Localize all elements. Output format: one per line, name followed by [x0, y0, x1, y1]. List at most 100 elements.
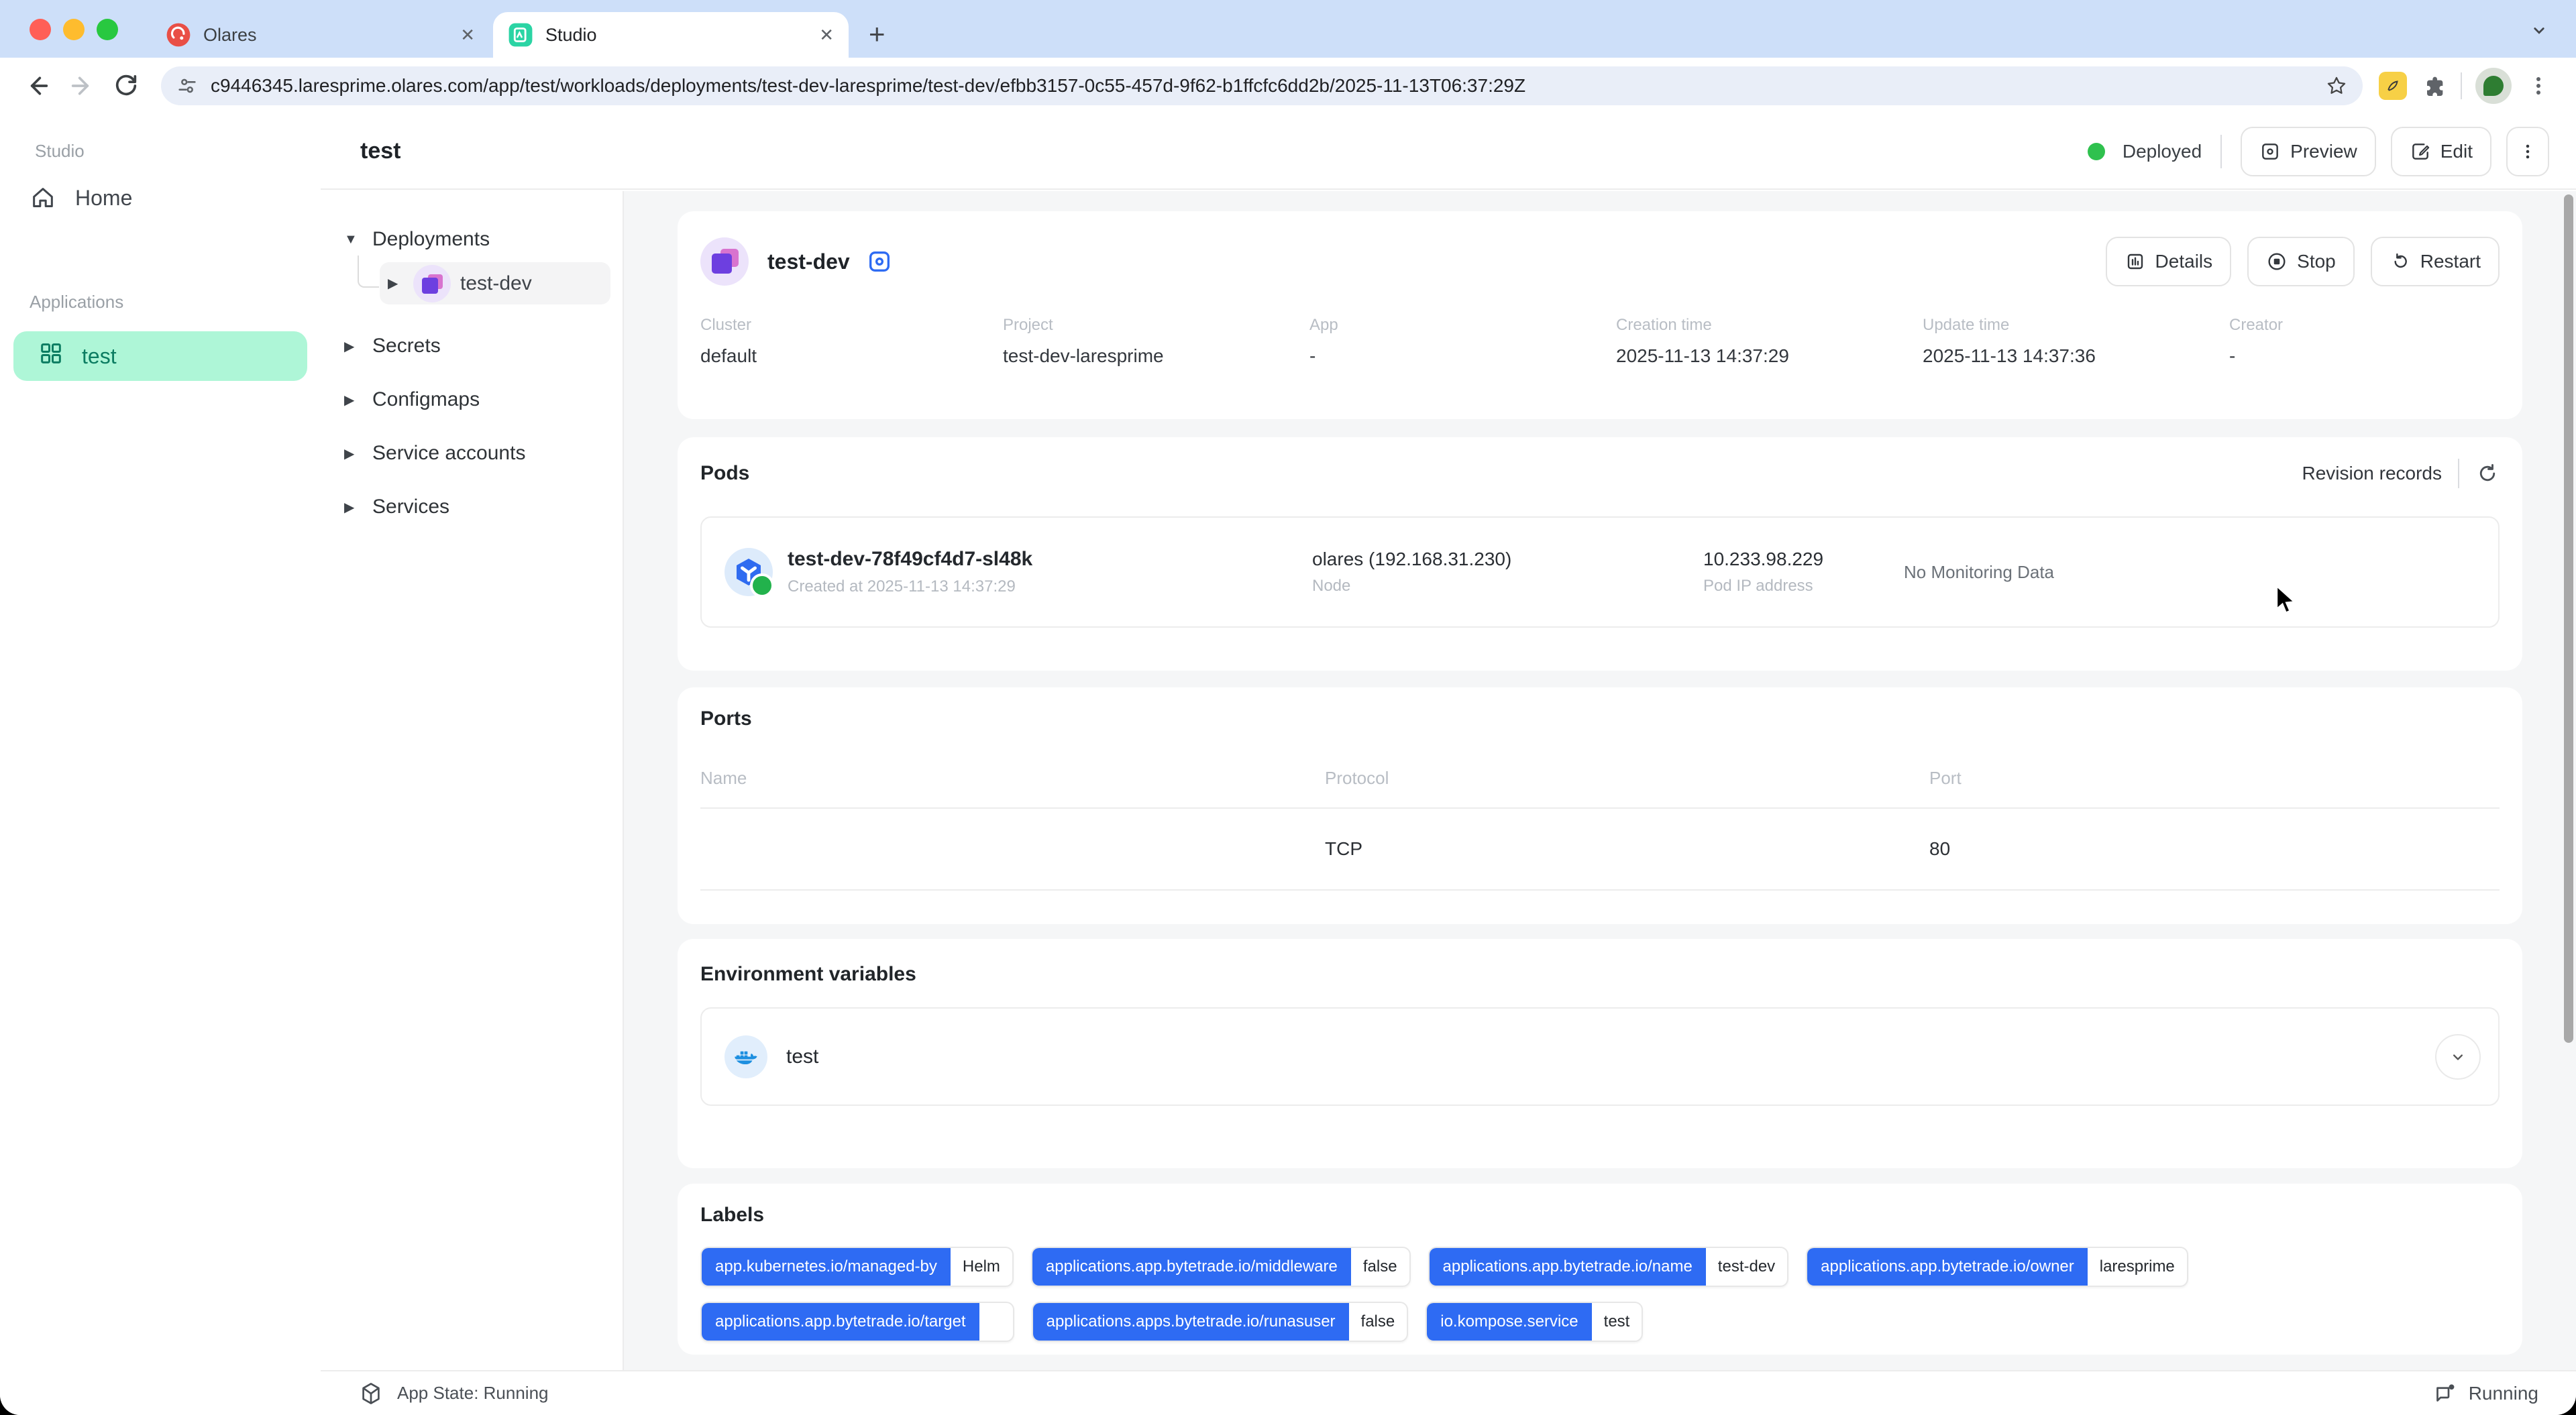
tab-olares[interactable]: Olares ✕ [151, 12, 490, 58]
preview-eye-icon [2259, 141, 2281, 162]
running-status-text[interactable]: Running [2469, 1383, 2538, 1404]
url-text[interactable]: c9446345.laresprime.olares.com/app/test/… [211, 75, 2325, 97]
meta-project: Project test-dev-laresprime [1003, 316, 1309, 367]
label-key: applications.apps.bytetrade.io/runasuser [1033, 1303, 1349, 1341]
bookmark-star-icon[interactable] [2325, 74, 2348, 97]
sidebar-item-label: test [82, 344, 117, 369]
browser-menu-icon[interactable] [2525, 72, 2552, 99]
edit-button[interactable]: Edit [2391, 127, 2491, 176]
meta-cluster: Cluster default [700, 316, 1003, 367]
minimize-window-button[interactable] [63, 19, 85, 40]
site-settings-icon[interactable] [176, 74, 199, 97]
window-controls[interactable] [30, 19, 118, 40]
tree-item-service-accounts[interactable]: ▶ Service accounts [344, 435, 623, 472]
collapse-triangle-icon[interactable]: ▼ [344, 232, 360, 247]
reload-button[interactable] [107, 67, 145, 105]
address-bar[interactable]: c9446345.laresprime.olares.com/app/test/… [161, 66, 2363, 105]
label-value: laresprime [2088, 1248, 2187, 1286]
close-window-button[interactable] [30, 19, 51, 40]
notifications-bubble-icon[interactable] [2432, 1381, 2457, 1406]
restart-icon [2390, 251, 2411, 272]
details-button[interactable]: Details [2106, 237, 2232, 286]
docker-icon [724, 1035, 767, 1078]
page-header: test Deployed Preview Edit [321, 114, 2576, 190]
tree-item-services[interactable]: ▶ Services [344, 488, 623, 526]
revision-records-link[interactable]: Revision records [2302, 463, 2442, 484]
more-actions-button[interactable] [2506, 127, 2549, 176]
label-chip: applications.apps.bytetrade.io/runasuser… [1032, 1302, 1409, 1342]
app-grid-icon [38, 340, 64, 372]
tree-item-label: test-dev [460, 272, 532, 295]
header-divider [2220, 135, 2222, 168]
page-scrollbar[interactable] [2564, 194, 2573, 1043]
label-value: test-dev [1706, 1248, 1787, 1286]
body-row: ▼ Deployments ▶ test-dev ▶ Secrets [321, 191, 2576, 1370]
tree-item-deployments[interactable]: ▼ Deployments [344, 221, 623, 258]
expand-triangle-icon[interactable]: ▶ [344, 445, 360, 462]
ports-col-port: Port [1929, 768, 2500, 789]
expand-triangle-icon[interactable]: ▶ [344, 338, 360, 355]
restart-button[interactable]: Restart [2371, 237, 2500, 286]
workload-overview-card: test-dev Details [678, 211, 2522, 419]
fullscreen-window-button[interactable] [97, 19, 118, 40]
pod-node-label: Node [1312, 577, 1703, 596]
pod-row[interactable]: test-dev-78f49cf4d7-sl48k Created at 202… [700, 516, 2500, 628]
close-tab-icon[interactable]: ✕ [819, 25, 834, 46]
pinned-extension-icon[interactable] [2379, 72, 2407, 100]
label-key: app.kubernetes.io/managed-by [702, 1248, 951, 1286]
pods-card: Pods Revision records [678, 437, 2522, 671]
studio-app: Studio Home Applications test [0, 114, 2576, 1415]
tree-item-label: Configmaps [372, 388, 480, 411]
tree-item-test-dev[interactable]: ▶ test-dev [380, 262, 610, 304]
pod-monitoring-status: No Monitoring Data [1904, 562, 2498, 583]
stop-button[interactable]: Stop [2247, 237, 2355, 286]
preview-label: Preview [2290, 141, 2357, 162]
meta-value: - [2229, 345, 2500, 367]
details-label: Details [2155, 251, 2213, 272]
tab-studio[interactable]: Studio ✕ [493, 12, 849, 58]
workload-preview-icon[interactable] [866, 248, 893, 275]
env-title: Environment variables [700, 963, 2500, 986]
tree-item-configmaps[interactable]: ▶ Configmaps [344, 381, 623, 418]
page-header-actions: Deployed Preview Edit [2088, 127, 2549, 176]
ports-row-divider [700, 889, 2500, 891]
close-tab-icon[interactable]: ✕ [460, 25, 475, 46]
tab-search-chevron-icon[interactable] [2529, 20, 2549, 40]
meta-value: 2025-11-13 14:37:29 [1616, 345, 1923, 367]
meta-app: App - [1309, 316, 1616, 367]
env-expand-button[interactable] [2435, 1034, 2481, 1080]
forward-button[interactable] [63, 67, 101, 105]
profile-avatar[interactable] [2475, 68, 2512, 104]
pods-title: Pods [700, 462, 749, 485]
expand-triangle-icon[interactable]: ▶ [344, 392, 360, 408]
label-key: applications.app.bytetrade.io/target [702, 1303, 979, 1341]
expand-triangle-icon[interactable]: ▶ [344, 499, 360, 516]
ports-col-protocol: Protocol [1325, 768, 1929, 789]
meta-creator: Creator - [2229, 316, 2500, 367]
label-value: false [1349, 1303, 1407, 1341]
ports-col-name: Name [700, 768, 1325, 789]
tree-item-secrets[interactable]: ▶ Secrets [344, 327, 623, 365]
extensions-puzzle-icon[interactable] [2420, 72, 2447, 99]
label-key: applications.app.bytetrade.io/middleware [1032, 1248, 1351, 1286]
details-chart-icon [2125, 251, 2146, 272]
kebab-menu-icon [2517, 141, 2538, 162]
refresh-icon[interactable] [2475, 461, 2500, 486]
meta-label: Creator [2229, 316, 2500, 335]
deployed-status-text: Deployed [2123, 141, 2202, 162]
sidebar-item-test-app[interactable]: test [13, 331, 307, 381]
sidebar-item-home[interactable]: Home [30, 184, 321, 211]
browser-window: Olares ✕ Studio ✕ + c944 [0, 0, 2576, 1415]
meta-update-time: Update time 2025-11-13 14:37:36 [1923, 316, 2229, 367]
label-chip: io.kompose.service test [1426, 1302, 1643, 1342]
expand-triangle-icon[interactable]: ▶ [388, 275, 404, 292]
preview-button[interactable]: Preview [2241, 127, 2376, 176]
olares-tab-icon [166, 22, 191, 48]
sidebar-item-label: Home [75, 186, 132, 211]
workload-actions: Details Stop Restart [2106, 237, 2500, 286]
back-button[interactable] [19, 67, 56, 105]
env-container-row[interactable]: test [700, 1007, 2500, 1106]
pod-ip-value: 10.233.98.229 [1703, 549, 1904, 570]
label-value: test [1592, 1303, 1642, 1341]
new-tab-button[interactable]: + [869, 17, 885, 51]
